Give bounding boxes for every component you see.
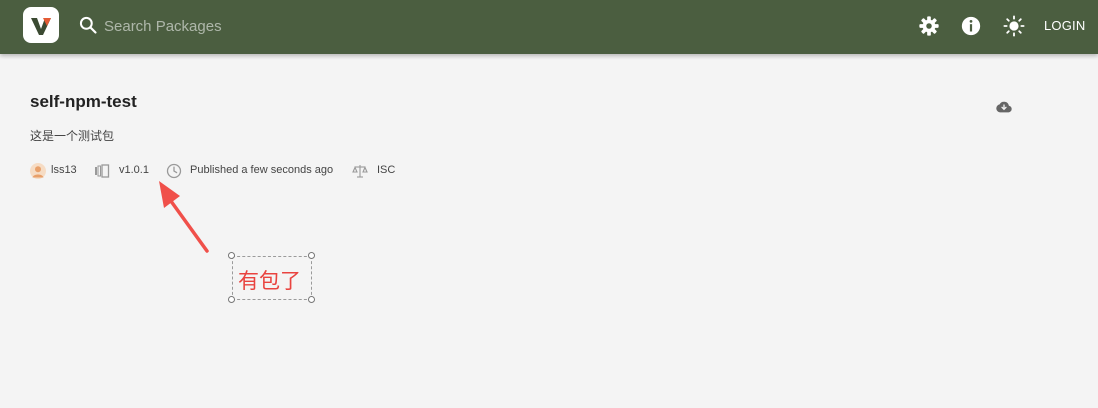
- annotation-text: 有包了: [238, 269, 301, 293]
- resize-handle[interactable]: [228, 252, 235, 259]
- resize-handle[interactable]: [308, 252, 315, 259]
- annotation-arrow: [159, 181, 209, 253]
- resize-handle[interactable]: [228, 296, 235, 303]
- resize-handle[interactable]: [308, 296, 315, 303]
